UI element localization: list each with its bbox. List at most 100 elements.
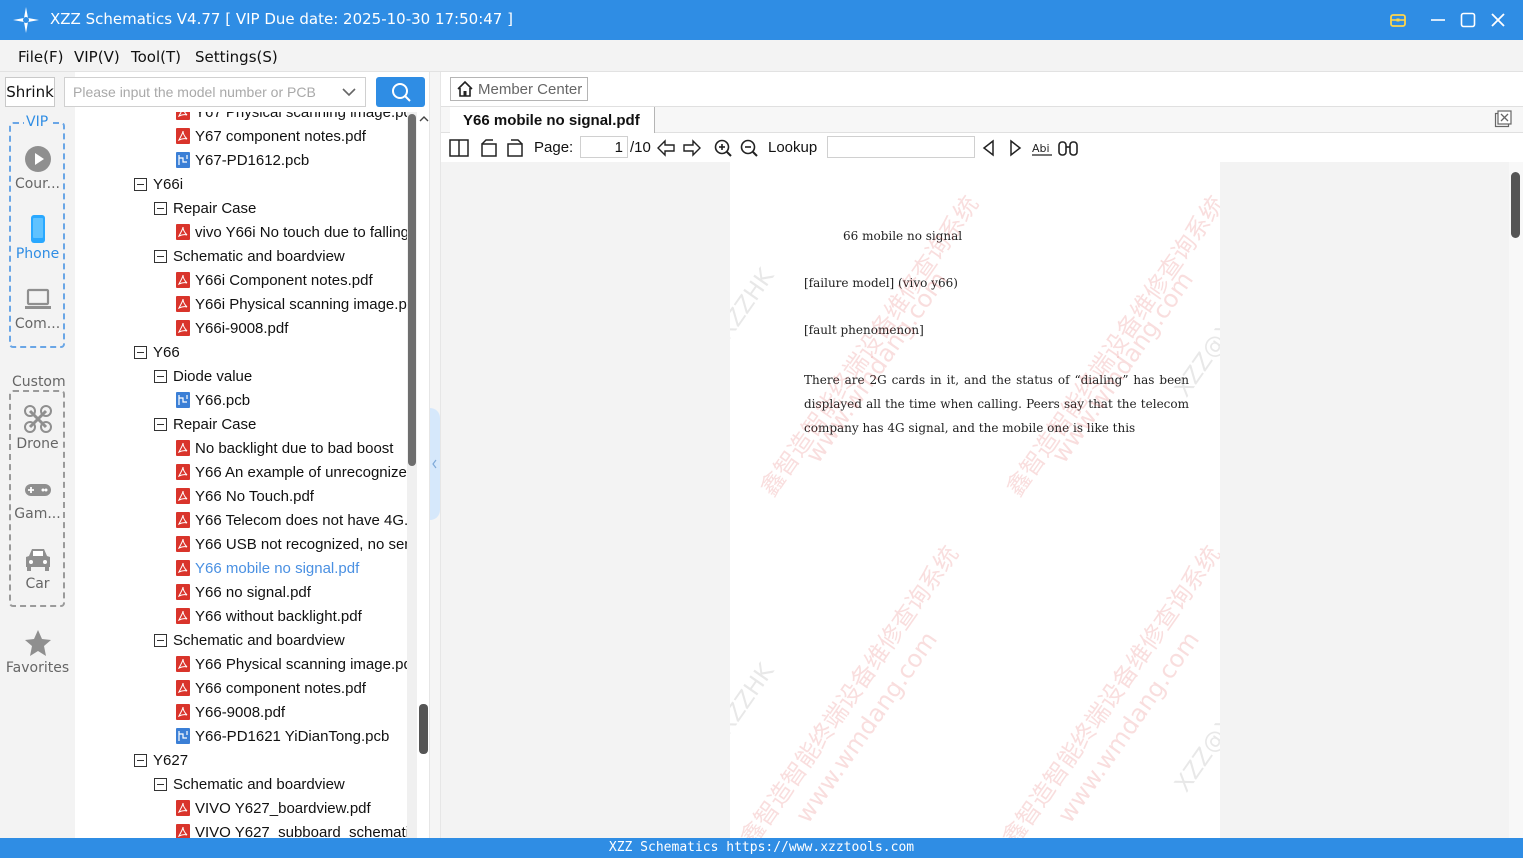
tree-file[interactable]: Y66 no signal.pdf <box>176 580 311 604</box>
close-button[interactable] <box>1485 7 1511 33</box>
tree-folder[interactable]: Schematic and boardview <box>154 772 345 796</box>
maximize-button[interactable] <box>1455 7 1481 33</box>
tree-scroll-thumb[interactable] <box>408 114 416 466</box>
pdf-file-icon <box>176 560 190 576</box>
viewer-scroll-thumb[interactable] <box>1511 172 1520 238</box>
rotate-left-icon[interactable] <box>478 137 500 159</box>
tree-file[interactable]: Y67 Physical scanning image.pdf <box>176 112 407 124</box>
tab-document[interactable]: Y66 mobile no signal.pdf <box>450 107 655 133</box>
collapse-toggle-icon[interactable] <box>134 753 147 767</box>
tree-file[interactable]: Y67-PD1612.pcb <box>176 148 309 172</box>
tree-file[interactable]: Y66.pcb <box>176 388 250 412</box>
car-icon <box>25 549 50 571</box>
collapse-toggle-icon[interactable] <box>154 633 167 647</box>
find-next-icon[interactable] <box>1004 137 1026 159</box>
tree-item-label: Schematic and boardview <box>173 247 345 265</box>
tree-folder[interactable]: Diode value <box>154 364 252 388</box>
tree-item-label: Y67 Physical scanning image.pdf <box>195 112 407 121</box>
tree-file[interactable]: Y66i Physical scanning image.pdf <box>176 292 407 316</box>
page-number-input[interactable] <box>580 136 628 158</box>
next-page-icon[interactable] <box>681 137 703 159</box>
tree-file[interactable]: Y66 USB not recognized, no sen <box>176 532 407 556</box>
collapse-panel-handle[interactable] <box>430 408 440 520</box>
rail-item-favorites[interactable]: Favorites <box>0 628 75 676</box>
collapse-toggle-icon[interactable] <box>134 345 147 359</box>
tree-file[interactable]: Y66 mobile no signal.pdf <box>176 556 359 580</box>
pdf-file-icon <box>176 536 190 552</box>
tree-file[interactable]: vivo Y66i No touch due to falling <box>176 220 407 244</box>
rail-item-label: Cour... <box>14 176 61 192</box>
vip-chest-button[interactable] <box>1385 7 1411 33</box>
binoculars-icon[interactable] <box>1057 137 1079 159</box>
menu-vip[interactable]: VIP(V) <box>74 48 120 66</box>
tree-file[interactable]: Y66i Component notes.pdf <box>176 268 373 292</box>
pdf-viewer[interactable]: 66 mobile no signal [failure model] (viv… <box>441 162 1509 838</box>
zoom-in-icon[interactable] <box>712 137 734 159</box>
shrink-button[interactable]: Shrink <box>5 77 55 107</box>
menu-settings[interactable]: Settings(S) <box>195 48 278 66</box>
pdf-file-icon <box>176 112 190 120</box>
collapse-toggle-icon[interactable] <box>154 201 167 215</box>
tree-file[interactable]: Y66 Physical scanning image.pdf <box>176 652 407 676</box>
search-input[interactable] <box>65 78 335 106</box>
rail-item-car[interactable]: Car <box>0 544 75 592</box>
close-tab-icon[interactable] <box>1494 110 1512 128</box>
tree-file[interactable]: Y67 component notes.pdf <box>176 124 366 148</box>
member-center-button[interactable]: Member Center <box>450 77 588 101</box>
rail-item-label: Com... <box>14 316 61 332</box>
collapse-toggle-icon[interactable] <box>134 177 147 191</box>
tree-file[interactable]: VIVO Y627_subboard_schematic <box>176 820 407 838</box>
tree-folder[interactable]: Y66 <box>134 340 180 364</box>
rail-item-label: Phone <box>15 246 60 262</box>
match-case-icon[interactable]: Abi <box>1031 137 1053 159</box>
tree-folder[interactable]: Y66i <box>134 172 183 196</box>
tree-folder[interactable]: Repair Case <box>154 196 256 220</box>
menu-tool[interactable]: Tool(T) <box>131 48 181 66</box>
two-page-view-icon[interactable] <box>448 137 470 159</box>
collapse-toggle-icon[interactable] <box>154 417 167 431</box>
tree-file[interactable]: Y66-PD1621 YiDianTong.pcb <box>176 724 389 748</box>
tree-item-label: Y66-9008.pdf <box>195 703 286 721</box>
tree-file[interactable]: Y66i-9008.pdf <box>176 316 288 340</box>
tree-file[interactable]: Y66 No Touch.pdf <box>176 484 314 508</box>
zoom-out-icon[interactable] <box>738 137 760 159</box>
collapse-toggle-icon[interactable] <box>154 249 167 263</box>
lookup-input[interactable] <box>827 136 975 158</box>
collapse-toggle-icon[interactable] <box>154 369 167 383</box>
tree-file[interactable]: Y66 without backlight.pdf <box>176 604 362 628</box>
tree-item-label: Y66 Telecom does not have 4G.pdf <box>195 511 407 529</box>
pdf-file-icon <box>176 512 190 528</box>
tree-horizontal-handle[interactable] <box>419 704 428 754</box>
tree-folder[interactable]: Schematic and boardview <box>154 244 345 268</box>
tree-file[interactable]: VIVO Y627_boardview.pdf <box>176 796 371 820</box>
pdf-file-icon <box>176 272 190 288</box>
rail-item-label: Drone <box>16 436 59 452</box>
search-box <box>64 77 366 107</box>
tree-file[interactable]: Y66 Telecom does not have 4G.pdf <box>176 508 407 532</box>
menu-file[interactable]: File(F) <box>18 48 63 66</box>
tree-file[interactable]: Y66 An example of unrecognized <box>176 460 407 484</box>
find-previous-icon[interactable] <box>978 137 1000 159</box>
rail-item-phone[interactable]: Phone <box>0 214 75 262</box>
tree-file[interactable]: Y66-9008.pdf <box>176 700 285 724</box>
tree-folder[interactable]: Y627 <box>134 748 188 772</box>
rotate-right-icon[interactable] <box>504 137 526 159</box>
tree-folder[interactable]: Repair Case <box>154 412 256 436</box>
collapse-toggle-icon[interactable] <box>154 777 167 791</box>
tree-file[interactable]: No backlight due to bad boost <box>176 436 393 460</box>
pdf-file-icon <box>176 440 190 456</box>
viewer-scrollbar[interactable] <box>1509 162 1523 838</box>
chevron-down-icon[interactable] <box>341 84 357 100</box>
tree-item-label: Schematic and boardview <box>173 631 345 649</box>
chevron-left-icon <box>432 459 437 469</box>
previous-page-icon[interactable] <box>655 137 677 159</box>
rail-item-games[interactable]: Gam... <box>0 474 75 522</box>
search-button[interactable] <box>376 77 425 107</box>
minimize-button[interactable] <box>1425 7 1451 33</box>
rail-item-computer[interactable]: Com... <box>0 284 75 332</box>
member-center-label: Member Center <box>478 80 583 98</box>
tree-file[interactable]: Y66 component notes.pdf <box>176 676 366 700</box>
rail-item-courses[interactable]: Cour... <box>0 144 75 192</box>
tree-folder[interactable]: Schematic and boardview <box>154 628 345 652</box>
rail-item-drone[interactable]: Drone <box>0 404 75 452</box>
